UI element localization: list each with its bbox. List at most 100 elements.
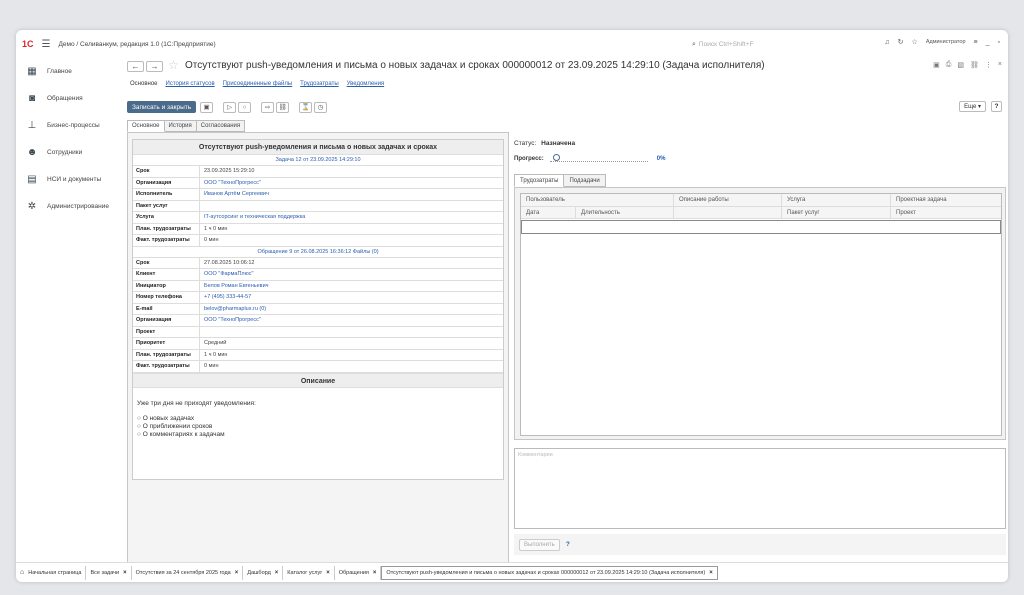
- info-row-key: Приоритет: [133, 338, 200, 349]
- window-tab-all-tasks[interactable]: Все задачи ×: [86, 565, 132, 580]
- tab-labor[interactable]: Трудозатраты: [514, 174, 565, 187]
- tab-status-history[interactable]: История статусов: [166, 81, 215, 87]
- close-icon[interactable]: ×: [275, 570, 279, 576]
- column-project[interactable]: Проект: [891, 207, 1001, 219]
- more-button[interactable]: Еще ▾: [959, 101, 986, 112]
- save-icon[interactable]: ▣: [200, 101, 214, 113]
- sidebar-item-requests[interactable]: ◙ Обращения: [16, 85, 122, 112]
- help-button[interactable]: ?: [991, 101, 1002, 112]
- window-tab-service-catalog[interactable]: Каталог услуг ×: [283, 565, 335, 580]
- window-tab-home[interactable]: ⌂ Начальная страница: [16, 565, 87, 580]
- tab-notifications[interactable]: Уведомления: [347, 81, 385, 87]
- comment-field[interactable]: Комментарии: [514, 448, 1006, 529]
- subtab-history[interactable]: История: [164, 120, 197, 132]
- tab-main[interactable]: Основное: [130, 81, 158, 87]
- progress-slider-knob[interactable]: [552, 154, 560, 161]
- description-item: ○ О новых задачах: [137, 414, 195, 422]
- info-row-value[interactable]: ООО "ТехноПрогресс": [200, 180, 261, 186]
- link-icon[interactable]: ⛓: [970, 61, 979, 69]
- close-icon[interactable]: ×: [235, 570, 239, 576]
- attach-icon[interactable]: ▣: [933, 61, 940, 69]
- favorite-star-icon[interactable]: ☆: [168, 58, 179, 72]
- info-row-value: 23.09.2025 15:29:10: [204, 168, 255, 175]
- close-icon[interactable]: ×: [373, 570, 377, 576]
- subtab-approvals[interactable]: Согласования: [196, 120, 246, 132]
- menu-icon[interactable]: ☰: [42, 39, 51, 50]
- report-icon[interactable]: ▧: [957, 61, 964, 69]
- clock-icon[interactable]: ◷: [314, 101, 328, 113]
- task-info-title: Отсутствуют push-уведомления и письма о …: [133, 140, 503, 155]
- forward-arrow-icon[interactable]: ⇨: [261, 101, 275, 113]
- more-vertical-icon[interactable]: ⋮: [985, 61, 992, 69]
- info-row: Пакет услуг: [133, 200, 503, 212]
- search-icon: ⌕: [692, 40, 696, 48]
- star-icon[interactable]: ☆: [912, 38, 918, 46]
- settings-menu-icon[interactable]: ≡: [974, 39, 978, 46]
- request-header-link[interactable]: Обращение 9 от 26.08.2025 16:36:12 Файлы…: [133, 247, 503, 258]
- tab-attached-files[interactable]: Присоединенные файлы: [223, 81, 293, 87]
- sidebar-item-reference[interactable]: ▤ НСИ и документы: [16, 166, 122, 193]
- column-service[interactable]: Услуга: [782, 194, 891, 206]
- back-button[interactable]: ←: [127, 61, 144, 72]
- execute-help-link[interactable]: ?: [566, 541, 570, 548]
- info-row-key: Исполнитель: [133, 189, 200, 200]
- bell-icon[interactable]: ♫: [884, 39, 889, 46]
- task-header-link[interactable]: Задача 12 от 23.09.2025 14:29:10: [133, 155, 503, 166]
- column-project-task[interactable]: Проектная задача: [891, 194, 1001, 206]
- close-icon[interactable]: ×: [998, 61, 1002, 69]
- info-row: Инициатор Белов Роман Евгеньевич: [133, 280, 503, 292]
- gear-icon: ✲: [27, 201, 37, 212]
- history-icon[interactable]: ↻: [898, 38, 904, 46]
- search-placeholder: Поиск Ctrl+Shift+F: [698, 41, 754, 48]
- info-row-value[interactable]: ООО "ФармаПлюс": [200, 271, 253, 277]
- info-row-value[interactable]: IT-аутсорсинг и техническая поддержка: [200, 214, 305, 220]
- sidebar-item-main[interactable]: ▦ Главное: [16, 58, 122, 85]
- close-icon[interactable]: ×: [709, 570, 713, 576]
- sidebar-item-employees[interactable]: ☻ Сотрудники: [16, 139, 122, 166]
- close-icon[interactable]: ×: [326, 570, 330, 576]
- labor-grid-box: Пользователь Описание работы Услуга Прое…: [514, 187, 1006, 440]
- user-name[interactable]: Администратор: [926, 39, 966, 45]
- info-row-key: Факт. трудозатраты: [133, 361, 200, 372]
- save-and-close-button[interactable]: Записать и закрыть: [127, 101, 197, 113]
- sidebar-item-admin[interactable]: ✲ Администрирование: [16, 193, 122, 220]
- link-chain-icon[interactable]: ⛓: [276, 101, 290, 113]
- column-date[interactable]: Дата: [521, 206, 576, 218]
- people-icon: ☻: [26, 147, 38, 158]
- restore-icon[interactable]: ▫: [998, 39, 1000, 46]
- info-row-value: 0 мин: [204, 237, 219, 244]
- circle-icon[interactable]: ○: [238, 101, 252, 113]
- info-row-value[interactable]: +7 (495) 333-44-57: [200, 294, 251, 300]
- column-duration[interactable]: Длительность: [576, 206, 674, 218]
- window-tab-label: Отсутствуют push-уведомления и письма о …: [386, 569, 706, 576]
- close-icon[interactable]: ×: [123, 570, 127, 576]
- table-row[interactable]: [521, 220, 1001, 234]
- print-icon[interactable]: ⎙: [946, 61, 952, 69]
- minimize-icon[interactable]: _: [986, 39, 990, 46]
- execute-button[interactable]: Выполнить: [519, 538, 560, 551]
- info-row-value[interactable]: Белов Роман Евгеньевич: [200, 283, 269, 289]
- hourglass-icon[interactable]: ⌛: [299, 101, 313, 113]
- info-row-key: Пакет услуг: [133, 200, 200, 211]
- column-work-description[interactable]: Описание работы: [674, 194, 782, 206]
- info-row-value[interactable]: ООО "ТехноПрогресс": [200, 317, 261, 323]
- info-row-value[interactable]: belov@pharmaplus.ru (0): [200, 306, 266, 312]
- subtab-main[interactable]: Основное: [127, 120, 165, 132]
- window-tab-absences[interactable]: Отсутствия за 24 сентября 2025 года ×: [132, 565, 244, 580]
- window-tab-requests[interactable]: Обращения ×: [335, 565, 382, 580]
- info-row: Номер телефона +7 (495) 333-44-57: [133, 292, 503, 304]
- progress-slider[interactable]: [549, 154, 648, 162]
- forward-button[interactable]: →: [146, 61, 163, 72]
- info-row: Приоритет Средний: [133, 338, 503, 350]
- play-icon[interactable]: ▷: [223, 101, 237, 113]
- info-row-value[interactable]: Иванов Артём Сергеевич: [200, 191, 269, 197]
- tab-subtasks[interactable]: Подзадачи: [564, 174, 606, 187]
- global-search[interactable]: ⌕ Поиск Ctrl+Shift+F: [692, 39, 842, 50]
- window-tab-dashboard[interactable]: Дашборд ×: [243, 565, 284, 580]
- info-row-value: 0 мин: [204, 363, 219, 370]
- column-user[interactable]: Пользователь: [521, 194, 674, 206]
- sidebar-item-business-processes[interactable]: ⊥ Бизнес-процессы: [16, 112, 122, 139]
- tab-labor-costs[interactable]: Трудозатраты: [300, 81, 338, 87]
- window-tab-current-task[interactable]: Отсутствуют push-уведомления и письма о …: [381, 565, 718, 580]
- column-service-package[interactable]: Пакет услуг: [782, 206, 891, 218]
